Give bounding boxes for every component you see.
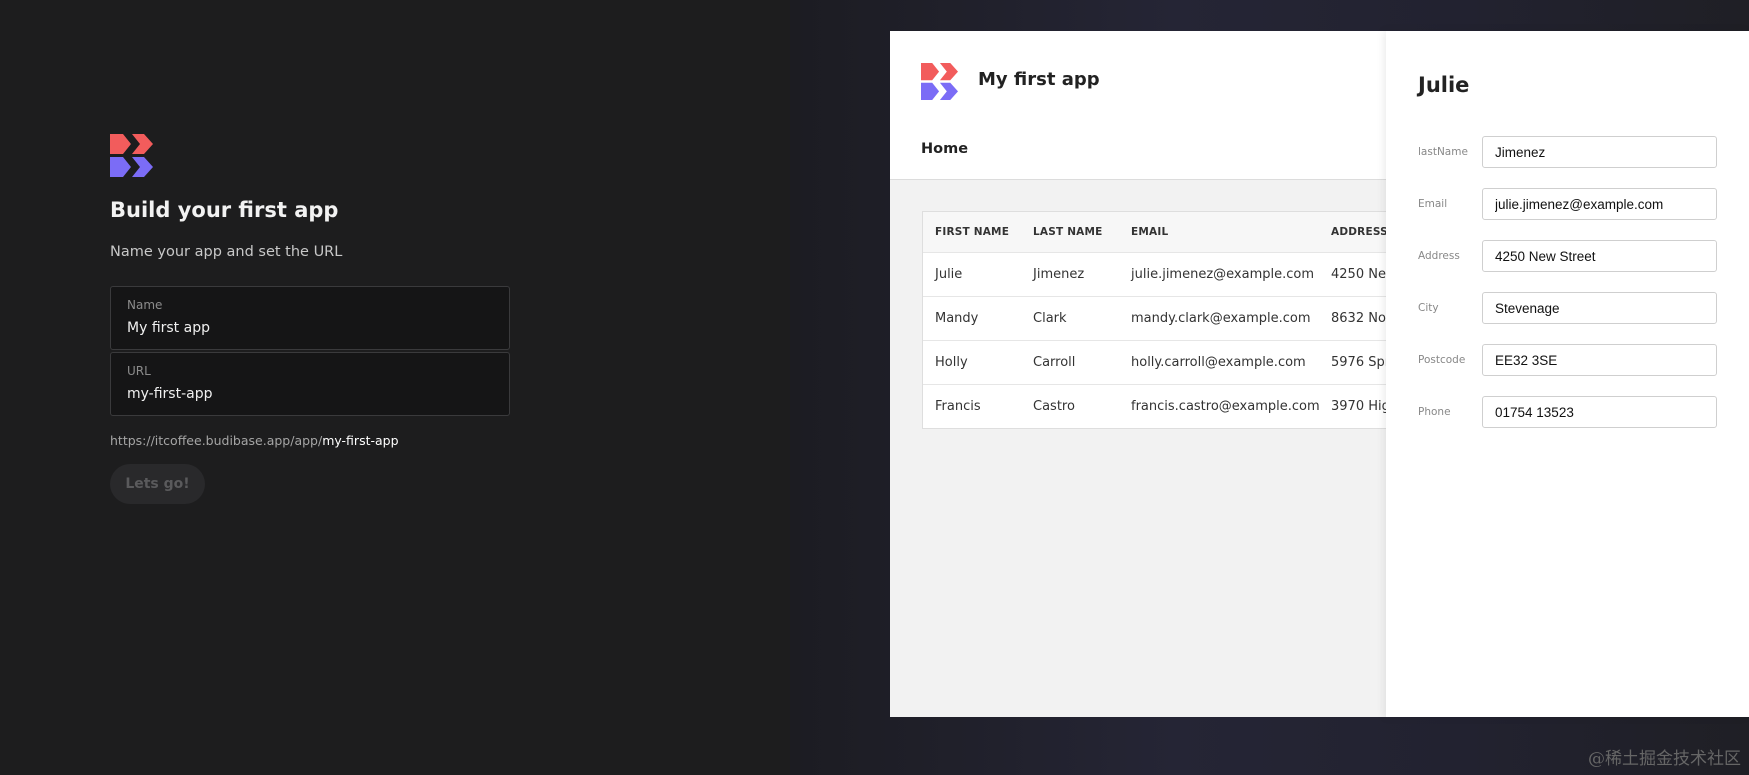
lets-go-button[interactable]: Lets go! bbox=[110, 464, 205, 504]
app-url-label: URL bbox=[127, 364, 151, 378]
column-header[interactable]: ADDRESS bbox=[1331, 212, 1388, 252]
column-header[interactable]: FIRST NAME bbox=[935, 212, 1009, 252]
table-cell: julie.jimenez@example.com bbox=[1131, 267, 1315, 282]
app-name-value[interactable]: My first app bbox=[127, 320, 210, 336]
url-suffix: my-first-app bbox=[322, 433, 399, 448]
app-name-label: Name bbox=[127, 298, 163, 312]
url-preview: https://itcoffee.budibase.app/app/my-fir… bbox=[110, 433, 399, 448]
field-label: lastName bbox=[1418, 146, 1468, 158]
app-title: My first app bbox=[978, 69, 1100, 90]
app-logo-icon bbox=[921, 63, 958, 100]
app-name-field[interactable]: Name My first app bbox=[110, 286, 510, 350]
column-header[interactable]: LAST NAME bbox=[1033, 212, 1103, 252]
table-cell: holly.carroll@example.com bbox=[1131, 355, 1306, 370]
onboarding-title: Build your first app bbox=[110, 198, 339, 222]
email-input[interactable] bbox=[1482, 188, 1717, 220]
table-cell: mandy.clark@example.com bbox=[1131, 311, 1311, 326]
url-prefix: https://itcoffee.budibase.app/app/ bbox=[110, 433, 323, 448]
field-label: Postcode bbox=[1418, 354, 1466, 366]
record-detail-panel: Julie lastName Email Address City Postco… bbox=[1386, 31, 1749, 717]
column-header[interactable]: EMAIL bbox=[1131, 212, 1168, 252]
table-cell: Mandy bbox=[935, 311, 979, 326]
field-label: Phone bbox=[1418, 406, 1451, 418]
lastname-input[interactable] bbox=[1482, 136, 1717, 168]
table-cell: Castro bbox=[1033, 399, 1075, 414]
form-row-address: Address bbox=[1418, 240, 1718, 272]
form-row-postcode: Postcode bbox=[1418, 344, 1718, 376]
form-row-phone: Phone bbox=[1418, 396, 1718, 428]
app-url-field[interactable]: URL my-first-app bbox=[110, 352, 510, 416]
field-label: Email bbox=[1418, 198, 1448, 210]
city-input[interactable] bbox=[1482, 292, 1717, 324]
postcode-input[interactable] bbox=[1482, 344, 1717, 376]
table-cell: Julie bbox=[935, 267, 963, 282]
table-cell: Carroll bbox=[1033, 355, 1076, 370]
form-row-lastname: lastName bbox=[1418, 136, 1718, 168]
watermark: @稀土掘金技术社区 bbox=[1588, 749, 1741, 769]
record-title: Julie bbox=[1418, 73, 1470, 97]
phone-input[interactable] bbox=[1482, 396, 1717, 428]
nav-link-home[interactable]: Home bbox=[921, 141, 968, 157]
budibase-logo-icon bbox=[110, 134, 153, 177]
onboarding-subtitle: Name your app and set the URL bbox=[110, 244, 343, 260]
address-input[interactable] bbox=[1482, 240, 1717, 272]
table-cell: Clark bbox=[1033, 311, 1067, 326]
field-label: Address bbox=[1418, 250, 1460, 262]
form-row-city: City bbox=[1418, 292, 1718, 324]
table-cell: francis.castro@example.com bbox=[1131, 399, 1320, 414]
table-cell: 5976 Spri bbox=[1331, 355, 1394, 370]
table-cell: Holly bbox=[935, 355, 968, 370]
field-label: City bbox=[1418, 302, 1439, 314]
app-url-value[interactable]: my-first-app bbox=[127, 386, 213, 402]
table-cell: Francis bbox=[935, 399, 981, 414]
table-cell: Jimenez bbox=[1033, 267, 1085, 282]
form-row-email: Email bbox=[1418, 188, 1718, 220]
